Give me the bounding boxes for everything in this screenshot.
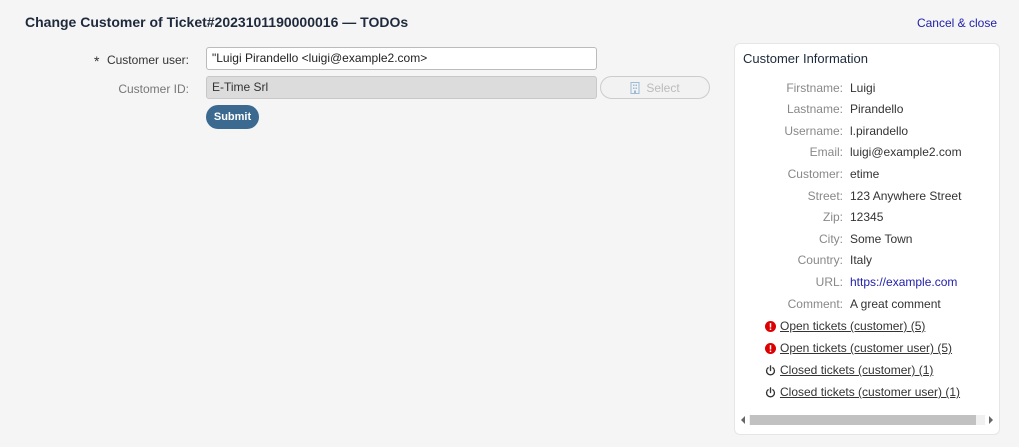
power-icon: [765, 386, 776, 398]
submit-button[interactable]: Submit: [206, 105, 259, 129]
scroll-thumb[interactable]: [750, 415, 976, 425]
info-value: 12345: [850, 210, 884, 224]
cancel-close-link[interactable]: Cancel & close: [917, 16, 997, 30]
info-value: l.pirandello: [850, 124, 909, 138]
customer-id-label: Customer ID:: [118, 82, 189, 96]
scroll-left-arrow-icon[interactable]: [739, 416, 747, 424]
info-row-city: City: Some Town: [735, 232, 999, 248]
open-tickets-customer-user-link[interactable]: Open tickets (customer user) (5): [765, 340, 952, 356]
page-header: Change Customer of Ticket#20231011900000…: [0, 0, 1019, 44]
info-value: 123 Anywhere Street: [850, 189, 962, 203]
power-icon: [765, 364, 776, 376]
info-value: etime: [850, 167, 880, 181]
info-key: Country:: [797, 253, 843, 267]
info-key: URL:: [815, 275, 843, 289]
ticket-link-label[interactable]: Open tickets (customer) (5): [780, 319, 925, 333]
building-icon: [630, 81, 640, 94]
customer-user-input[interactable]: "Luigi Pirandello <luigi@example2.com>: [206, 47, 597, 70]
panel-title: Customer Information: [743, 51, 868, 66]
info-row-url: URL: https://example.com: [735, 275, 999, 291]
open-tickets-customer-link[interactable]: Open tickets (customer) (5): [765, 318, 925, 334]
info-key: Zip:: [822, 210, 843, 224]
customer-user-label: Customer user:: [106, 53, 189, 67]
info-value: Pirandello: [850, 102, 904, 116]
info-value: A great comment: [850, 297, 941, 311]
info-key: Comment:: [787, 297, 843, 311]
info-value: Some Town: [850, 232, 913, 246]
info-key: Firstname:: [786, 81, 843, 95]
ticket-link-label[interactable]: Closed tickets (customer user) (1): [780, 385, 960, 399]
info-key: Email:: [809, 145, 843, 159]
change-customer-form: * Customer user: "Luigi Pirandello <luig…: [0, 44, 720, 144]
customer-information-panel: Customer Information Firstname: Luigi La…: [734, 43, 1000, 435]
info-row-email: Email: luigi@example2.com: [735, 145, 999, 161]
info-row-zip: Zip: 12345: [735, 210, 999, 226]
info-value: Italy: [850, 253, 873, 267]
select-button-label: Select: [646, 80, 680, 95]
closed-tickets-customer-user-link[interactable]: Closed tickets (customer user) (1): [765, 384, 960, 400]
info-row-comment: Comment: A great comment: [735, 297, 999, 313]
mandatory-marker: *: [94, 53, 100, 69]
ticket-link-label[interactable]: Closed tickets (customer) (1): [780, 363, 933, 377]
info-row-firstname: Firstname: Luigi: [735, 81, 999, 97]
page-title: Change Customer of Ticket#20231011900000…: [25, 14, 409, 30]
exclamation-circle-icon: [765, 342, 776, 354]
info-value: Luigi: [850, 81, 876, 95]
info-row-customer: Customer: etime: [735, 167, 999, 183]
customer-id-input: E-Time Srl: [206, 76, 597, 99]
info-row-lastname: Lastname: Pirandello: [735, 102, 999, 118]
url-link[interactable]: https://example.com: [850, 275, 957, 289]
select-customer-button[interactable]: Select: [600, 76, 710, 99]
info-row-country: Country: Italy: [735, 253, 999, 269]
horizontal-scrollbar[interactable]: [735, 413, 999, 427]
info-key: Username:: [784, 124, 843, 138]
exclamation-circle-icon: [765, 320, 776, 332]
info-key: Lastname:: [786, 102, 843, 116]
customer-user-row: * Customer user: "Luigi Pirandello <luig…: [0, 47, 720, 71]
info-key: Street:: [807, 189, 843, 203]
info-key: Customer:: [787, 167, 843, 181]
customer-id-row: Customer ID: E-Time Srl Select: [0, 76, 720, 100]
info-row-street: Street: 123 Anywhere Street: [735, 189, 999, 205]
scroll-right-arrow-icon[interactable]: [987, 416, 995, 424]
info-value: luigi@example2.com: [850, 145, 962, 159]
closed-tickets-customer-link[interactable]: Closed tickets (customer) (1): [765, 362, 933, 378]
info-key: City:: [819, 232, 843, 246]
info-row-username: Username: l.pirandello: [735, 124, 999, 140]
ticket-link-label[interactable]: Open tickets (customer user) (5): [780, 341, 952, 355]
